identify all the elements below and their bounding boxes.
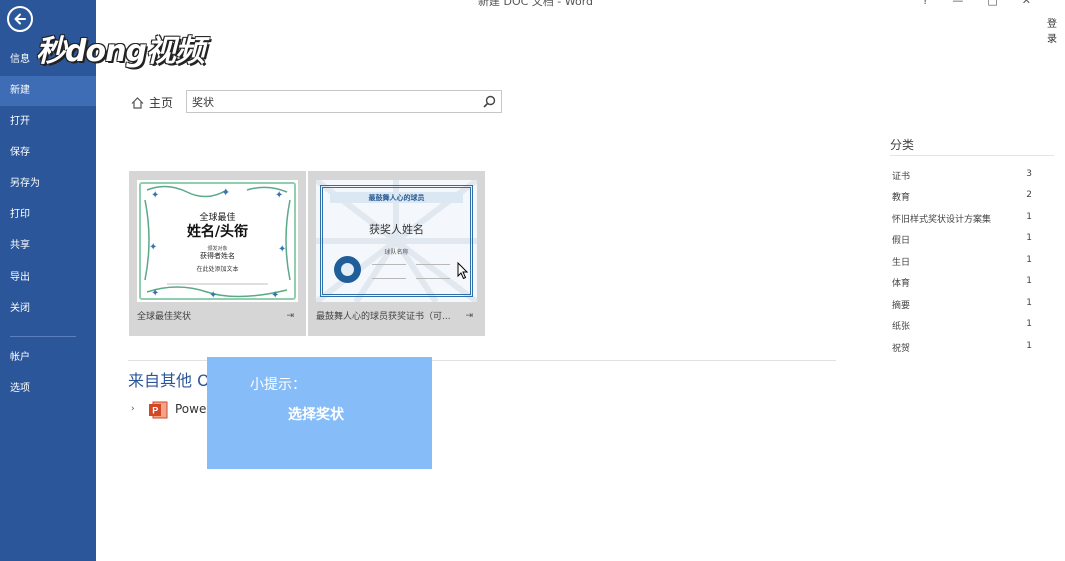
category-item[interactable]: 体育 1 [892,276,1032,290]
category-item[interactable]: 祝贺 1 [892,341,1032,355]
category-item[interactable]: 纸张 1 [892,319,1032,333]
category-item[interactable]: 教育 2 [892,190,1032,204]
signature-line [372,278,406,279]
category-count: 1 [1026,276,1032,286]
arrow-left-icon [14,13,26,25]
template-search[interactable] [186,90,502,113]
category-name: 怀旧样式奖状设计方案集 [892,215,992,225]
chevron-right-icon[interactable]: › [131,404,135,414]
category-name: 假日 [892,236,911,246]
thumb-line-2: 姓名/头衔 [186,224,249,240]
window-title: 新建 DOC 文档 - Word [478,0,594,8]
template-caption: 最鼓舞人心的球员获奖证书（可... [316,312,451,322]
category-count: 1 [1026,341,1032,351]
sidebar-item-save-as[interactable]: 另存为 [0,169,96,199]
svg-text:✦: ✦ [151,288,159,299]
category-item[interactable]: 摘要 1 [892,298,1032,312]
thumb-band-title: 最鼓舞人心的球员 [368,194,425,202]
tip-title: 小提示： [250,377,306,393]
mouse-cursor-icon [457,262,469,280]
category-name: 生日 [892,258,911,268]
minimize-icon[interactable]: — [952,0,987,7]
sidebar-item-options[interactable]: 选项 [0,374,96,404]
sidebar-divider [10,336,76,337]
category-item[interactable]: 证书 3 [892,169,1032,183]
category-count: 1 [1026,298,1032,308]
home-link[interactable]: 主页 [131,94,173,111]
sidebar-item-save[interactable]: 保存 [0,138,96,168]
category-item[interactable]: 假日 1 [892,233,1032,247]
search-icon[interactable] [483,95,496,108]
award-seal-icon [334,256,361,283]
thumb-line-4: 获得者姓名 [200,252,235,260]
category-item[interactable]: 生日 1 [892,255,1032,269]
template-card-inspiring-player[interactable]: 最鼓舞人心的球员 获奖人姓名 球队名称 最鼓舞人心的球员获奖证书（可... ⇥ [308,171,485,336]
category-count: 2 [1026,190,1032,200]
signature-line [372,264,406,265]
svg-text:P: P [152,406,158,416]
home-icon [131,97,144,109]
svg-text:✦: ✦ [275,190,283,201]
backstage-sidebar: 信息 新建 打开 保存 另存为 打印 共享 导出 关闭 帐户 选项 [0,0,96,561]
sidebar-item-new[interactable]: 新建 [0,76,96,106]
home-label: 主页 [149,96,174,110]
category-count: 3 [1026,169,1032,179]
sidebar-item-close[interactable]: 关闭 [0,294,96,324]
template-caption: 全球最佳奖状 [137,312,192,322]
svg-text:✦: ✦ [271,290,279,301]
category-count: 1 [1026,255,1032,265]
sidebar-item-share[interactable]: 共享 [0,231,96,261]
floral-decoration: ✦ ✦ ✦ ✦ ✦ ✦ ✦ ✦ [144,185,291,301]
category-item[interactable]: 怀旧样式奖状设计方案集 1 [892,212,1032,226]
category-name: 祝贺 [892,344,911,354]
category-name: 证书 [892,172,911,182]
category-count: 1 [1026,319,1032,329]
sidebar-item-export[interactable]: 导出 [0,263,96,293]
svg-text:✦: ✦ [151,190,159,201]
tip-body: 选择奖状 [288,407,344,423]
thumb-recipient-name: 获奖人姓名 [369,223,424,236]
categories-heading: 分类 [890,138,915,152]
login-link[interactable]: 登录 [1047,15,1065,45]
thumb-line-5: 在此处添加文本 [196,266,239,273]
category-name: 纸张 [892,322,911,332]
category-count: 1 [1026,212,1032,222]
categories-divider [890,155,1054,156]
category-name: 教育 [892,193,911,203]
window-controls[interactable]: ?—□✕ [923,0,1055,7]
pin-icon[interactable]: ⇥ [286,311,294,321]
powerpoint-icon: P [149,401,168,419]
category-name: 体育 [892,279,911,289]
close-icon[interactable]: ✕ [1022,0,1055,7]
sidebar-item-open[interactable]: 打开 [0,107,96,137]
sidebar-item-account[interactable]: 帐户 [0,343,96,373]
tip-overlay: 小提示： 选择奖状 [207,357,432,469]
maximize-icon[interactable]: □ [987,0,1021,7]
signature-line [416,278,450,279]
search-input[interactable] [192,93,472,110]
thumb-team-name: 球队名称 [384,249,409,256]
video-watermark-logo: 秒dong视频 [36,34,205,69]
help-icon[interactable]: ? [923,0,953,7]
category-count: 1 [1026,233,1032,243]
back-button[interactable] [7,6,33,32]
signature-line [416,264,450,265]
template-card-global-best[interactable]: ✦ ✦ ✦ ✦ ✦ ✦ ✦ ✦ 全球最佳 姓名/头衔 颁发对象 获得者姓名 在此… [129,171,306,336]
template-thumbnail: ✦ ✦ ✦ ✦ ✦ ✦ ✦ ✦ 全球最佳 姓名/头衔 颁发对象 获得者姓名 在此… [137,180,298,302]
svg-text:✦: ✦ [209,290,217,301]
pin-icon[interactable]: ⇥ [465,311,473,321]
category-name: 摘要 [892,301,911,311]
template-thumbnail: 最鼓舞人心的球员 获奖人姓名 球队名称 [316,180,477,302]
sidebar-item-print[interactable]: 打印 [0,200,96,230]
svg-text:✦: ✦ [221,186,230,199]
